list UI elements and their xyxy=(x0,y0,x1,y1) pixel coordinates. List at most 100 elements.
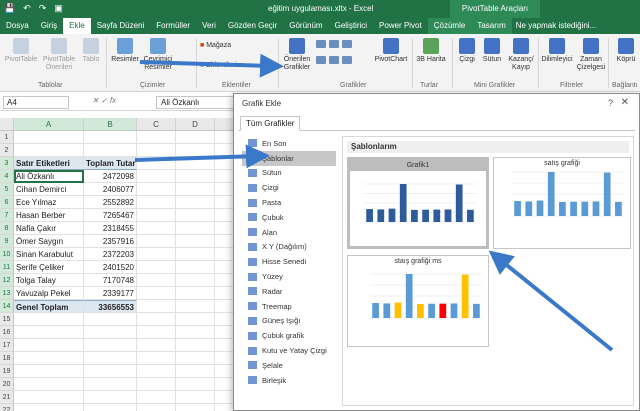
tab-7[interactable]: Görünüm xyxy=(283,18,328,34)
tab-3[interactable]: Sayfa Düzeni xyxy=(91,18,151,34)
chart-type-0[interactable]: En Son xyxy=(242,136,336,151)
row-header[interactable]: 21 xyxy=(0,391,14,404)
pivot-row-value[interactable]: 7265467 xyxy=(84,209,137,222)
pivot-row-label[interactable]: Nafia Çakır xyxy=(14,222,84,235)
cell[interactable] xyxy=(176,209,215,222)
cell[interactable] xyxy=(137,313,176,326)
cell[interactable] xyxy=(137,378,176,391)
cell[interactable] xyxy=(84,365,137,378)
timeline-button[interactable]: Zaman Çizelgesi xyxy=(576,38,606,72)
help-icon[interactable]: ? xyxy=(608,98,613,108)
cell[interactable] xyxy=(14,326,84,339)
row-header[interactable]: 11 xyxy=(0,261,14,274)
pivot-row-value[interactable]: 2552892 xyxy=(84,196,137,209)
pivot-row-label[interactable]: Yavuzalp Pekel xyxy=(14,287,84,300)
cell[interactable] xyxy=(137,248,176,261)
cell[interactable] xyxy=(137,287,176,300)
cell[interactable] xyxy=(176,391,215,404)
cell[interactable] xyxy=(137,183,176,196)
chart-type-1[interactable]: Şablonlar xyxy=(242,150,336,166)
chart-type-7[interactable]: X Y (Dağılım) xyxy=(242,240,336,255)
pivot-row-value[interactable]: 2372203 xyxy=(84,248,137,261)
grand-total-label[interactable]: Genel Toplam xyxy=(14,300,84,313)
cell[interactable] xyxy=(176,300,215,313)
row-header[interactable]: 12 xyxy=(0,274,14,287)
pivot-row-labels-header[interactable]: Satır Etiketleri xyxy=(14,157,84,170)
row-header[interactable]: 4 xyxy=(0,170,14,183)
pivottable-button[interactable]: PivotTable xyxy=(4,38,38,64)
chart-type-4[interactable]: Pasta xyxy=(242,195,336,210)
cell[interactable] xyxy=(176,404,215,411)
cell[interactable] xyxy=(14,391,84,404)
row-header[interactable]: 6 xyxy=(0,196,14,209)
cell[interactable] xyxy=(137,352,176,365)
cell[interactable] xyxy=(176,352,215,365)
cell[interactable] xyxy=(137,222,176,235)
cell[interactable] xyxy=(176,144,215,157)
cell[interactable] xyxy=(137,274,176,287)
cell[interactable] xyxy=(137,235,176,248)
chart-type-16[interactable]: Birleşik xyxy=(242,373,336,388)
pivot-row-label[interactable]: Ömer Saygın xyxy=(14,235,84,248)
cell[interactable] xyxy=(84,131,137,144)
sparkline-column-button[interactable]: Sütun xyxy=(480,38,504,64)
cell[interactable] xyxy=(137,170,176,183)
cell[interactable] xyxy=(137,261,176,274)
cell[interactable] xyxy=(137,365,176,378)
pie-chart-icon[interactable] xyxy=(342,40,352,48)
pivot-row-value[interactable]: 2472098 xyxy=(84,170,137,183)
column-header-a[interactable]: A xyxy=(14,118,84,131)
row-header[interactable]: 7 xyxy=(0,209,14,222)
addins-button[interactable]: ■ Eklentilerim xyxy=(200,62,242,70)
cell[interactable] xyxy=(176,183,215,196)
tab-6[interactable]: Gözden Geçir xyxy=(222,18,283,34)
save-icon[interactable]: 💾 xyxy=(4,3,15,14)
chart-type-12[interactable]: Güneş Işığı xyxy=(242,314,336,329)
row-header[interactable]: 9 xyxy=(0,235,14,248)
chart-type-10[interactable]: Radar xyxy=(242,284,336,299)
formula-input[interactable]: Ali Özkanlı xyxy=(156,96,238,109)
tab-all-charts[interactable]: Tüm Grafikler xyxy=(240,116,301,131)
cell[interactable] xyxy=(84,352,137,365)
table-button[interactable]: Tablo xyxy=(80,38,102,64)
tab-4[interactable]: Formüller xyxy=(150,18,196,34)
row-header[interactable]: 20 xyxy=(0,378,14,391)
pivot-row-label[interactable]: Tolga Talay xyxy=(14,274,84,287)
cell[interactable] xyxy=(14,352,84,365)
cell[interactable] xyxy=(14,339,84,352)
online-images-button[interactable]: Çevrimiçi Resimler xyxy=(142,38,174,72)
row-header[interactable]: 18 xyxy=(0,352,14,365)
row-header[interactable]: 8 xyxy=(0,222,14,235)
pivot-row-label[interactable]: Şerife Çeliker xyxy=(14,261,84,274)
cell[interactable] xyxy=(137,157,176,170)
tab-5[interactable]: Veri xyxy=(196,18,222,34)
chart-type-gallery[interactable] xyxy=(316,40,352,48)
cell[interactable] xyxy=(14,144,84,157)
row-header[interactable]: 1 xyxy=(0,131,14,144)
chart-type-15[interactable]: Şelale xyxy=(242,358,336,373)
cell[interactable] xyxy=(137,131,176,144)
cell[interactable] xyxy=(137,326,176,339)
cell[interactable] xyxy=(137,196,176,209)
cell[interactable] xyxy=(137,391,176,404)
pivot-row-label[interactable]: Hasan Berber xyxy=(14,209,84,222)
pivot-total-header[interactable]: Toplam Tutar xyxy=(84,157,137,170)
pivot-row-label[interactable]: Sinan Karabulut xyxy=(14,248,84,261)
tell-me-search[interactable]: Ne yapmak istediğini... xyxy=(516,18,596,34)
cell[interactable] xyxy=(176,274,215,287)
cell[interactable] xyxy=(176,196,215,209)
chart-type-2[interactable]: Sütun xyxy=(242,166,336,181)
pivot-row-value[interactable]: 2318455 xyxy=(84,222,137,235)
store-button[interactable]: ■ Mağaza xyxy=(200,42,231,50)
undo-icon[interactable]: ↶ xyxy=(23,3,31,14)
row-header[interactable]: 17 xyxy=(0,339,14,352)
cell[interactable] xyxy=(84,313,137,326)
pivot-row-value[interactable]: 7170748 xyxy=(84,274,137,287)
row-header[interactable]: 10 xyxy=(0,248,14,261)
tab-11[interactable]: Tasarım xyxy=(471,18,512,34)
cell[interactable] xyxy=(84,339,137,352)
cell[interactable] xyxy=(176,365,215,378)
chart-type-14[interactable]: Kutu ve Yatay Çizgi xyxy=(242,343,336,358)
recommended-charts-button[interactable]: Önerilen Grafikler xyxy=(282,38,312,72)
column-header-b[interactable]: B xyxy=(84,118,137,131)
